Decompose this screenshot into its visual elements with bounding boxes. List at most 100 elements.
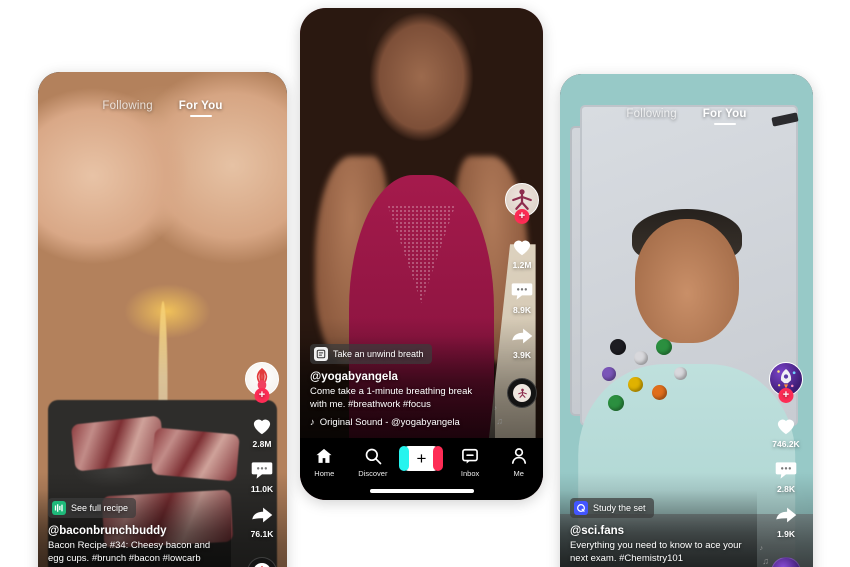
atom-white (674, 367, 688, 380)
video-description: Everything you need to know to ace your … (570, 540, 742, 565)
top-tabs-chemistry: Following For You (560, 108, 813, 125)
like-button[interactable]: 746.2K (772, 412, 800, 449)
recipe-icon (52, 501, 66, 516)
nav-item-home[interactable]: Home (301, 446, 347, 478)
recipe-badge-label: See full recipe (71, 503, 129, 514)
action-rail-yoga: + 1.2M 8.9K 3.9K (505, 183, 539, 408)
floating-music-notes: ♫ ♪ (759, 545, 770, 566)
tab-for-you[interactable]: For You (703, 108, 747, 125)
recipe-badge[interactable]: See full recipe (48, 498, 137, 519)
like-button[interactable]: 1.2M (509, 233, 535, 270)
sound-row[interactable]: ♪ Original Sound - @yogabyangela (310, 417, 485, 428)
comment-icon (511, 283, 533, 300)
nav-label-me: Me (513, 469, 524, 478)
home-icon (316, 448, 332, 463)
create-plus-icon: + (416, 449, 427, 468)
caption-chemistry: Study the set @sci.fans Everything you n… (560, 490, 757, 567)
share-count: 3.9K (513, 350, 531, 360)
music-note-small-icon: ♪ (759, 545, 764, 552)
create-button[interactable]: + (399, 446, 444, 471)
sound-disc[interactable] (247, 557, 277, 567)
share-icon (776, 507, 797, 523)
share-button[interactable]: 76.1K (249, 502, 275, 539)
share-icon (252, 507, 273, 523)
guide-icon (314, 347, 328, 362)
like-count: 746.2K (772, 439, 800, 449)
video-description: Come take a 1-minute breathing break wit… (310, 386, 473, 411)
action-rail-bacon: + 2.8M 11.0K 76.1K (245, 362, 279, 567)
share-button[interactable]: 1.9K (773, 502, 799, 539)
home-indicator (369, 489, 474, 493)
person-head (634, 219, 739, 344)
action-rail-chemistry: + 746.2K 2.8K 1.9K (769, 362, 803, 567)
nav-item-me[interactable]: Me (496, 446, 542, 478)
phone-bacon-screen[interactable]: Following For You + 2.8M 11.0K 76.1K See… (38, 72, 287, 567)
tab-for-you[interactable]: For You (179, 100, 223, 117)
like-count: 1.2M (512, 260, 532, 270)
phone-chemistry-screen[interactable]: Following For You + 746.2K 2.8K 1.9K ♫ ♪… (560, 74, 813, 567)
heart-icon (513, 240, 531, 256)
comment-button[interactable]: 8.9K (509, 278, 535, 315)
comment-count: 2.8K (777, 484, 795, 494)
tab-following[interactable]: Following (626, 108, 676, 125)
bacon-strip (70, 415, 165, 472)
quizlet-icon (577, 504, 585, 513)
atom-yellow (628, 377, 644, 392)
share-button[interactable]: 3.9K (509, 323, 535, 360)
phone-bacon: Following For You + 2.8M 11.0K 76.1K See… (38, 72, 287, 567)
nav-label-discover: Discover (358, 469, 388, 478)
comment-count: 11.0K (250, 484, 274, 494)
study-badge-label: Study the set (593, 503, 646, 514)
avatar-block[interactable]: + (505, 183, 539, 224)
avatar-block[interactable]: + (245, 362, 279, 403)
creator-handle[interactable]: @sci.fans (570, 525, 747, 537)
floating-music-notes: ♫ ♪ (493, 405, 504, 426)
search-icon (365, 448, 382, 465)
guide-badge[interactable]: Take an unwind breath (310, 344, 432, 365)
sound-disc[interactable] (771, 557, 801, 567)
study-badge[interactable]: Study the set (570, 498, 654, 519)
sound-disc[interactable] (507, 378, 537, 408)
yoga-pose-icon (517, 388, 527, 398)
creator-handle[interactable]: @baconbrunchbuddy (48, 525, 221, 537)
atom-green (656, 339, 673, 355)
phone-chemistry: Following For You + 746.2K 2.8K 1.9K ♫ ♪… (560, 74, 813, 567)
nav-item-create[interactable]: + (398, 446, 444, 474)
comment-count: 8.9K (513, 305, 531, 315)
share-count: 76.1K (250, 529, 274, 539)
caption-yoga: Take an unwind breath @yogabyangela Come… (300, 336, 495, 438)
follow-button[interactable]: + (254, 388, 270, 403)
share-count: 1.9K (777, 529, 795, 539)
atom-black (610, 339, 627, 355)
music-note-icon: ♪ (310, 417, 315, 428)
heart-icon (253, 419, 271, 435)
study-icon (574, 501, 588, 516)
comment-button[interactable]: 2.8K (773, 457, 799, 494)
nav-item-inbox[interactable]: Inbox (447, 446, 493, 478)
page-icon (316, 350, 326, 359)
comment-icon (775, 462, 797, 479)
phone-yoga: + 1.2M 8.9K 3.9K ♫ ♪ Take an unwind brea… (300, 8, 543, 500)
like-button[interactable]: 2.8M (249, 412, 275, 449)
screenshot-stage: Following For You + 2.8M 11.0K 76.1K See… (0, 0, 850, 567)
atom-purple (602, 367, 617, 381)
atom-white (634, 351, 649, 365)
phone-yoga-screen[interactable]: + 1.2M 8.9K 3.9K ♫ ♪ Take an unwind brea… (300, 8, 543, 500)
atom-green (608, 395, 625, 411)
tab-following[interactable]: Following (102, 100, 152, 117)
top-tabs-bacon: Following For You (38, 100, 287, 117)
comment-button[interactable]: 11.0K (249, 457, 275, 494)
heart-icon (777, 419, 795, 435)
nav-item-discover[interactable]: Discover (350, 446, 396, 478)
follow-button[interactable]: + (778, 388, 794, 403)
comment-icon (251, 462, 273, 479)
video-description: Bacon Recipe #34: Cheesy bacon and egg c… (48, 540, 211, 565)
sound-label: Original Sound - @yogabyangela (319, 417, 460, 428)
avatar-block[interactable]: + (769, 362, 803, 403)
share-icon (512, 328, 533, 344)
follow-button[interactable]: + (514, 209, 530, 224)
guide-badge-label: Take an unwind breath (333, 349, 424, 360)
creator-handle[interactable]: @yogabyangela (310, 371, 485, 383)
bars-icon (54, 504, 63, 513)
person-icon (511, 448, 526, 464)
